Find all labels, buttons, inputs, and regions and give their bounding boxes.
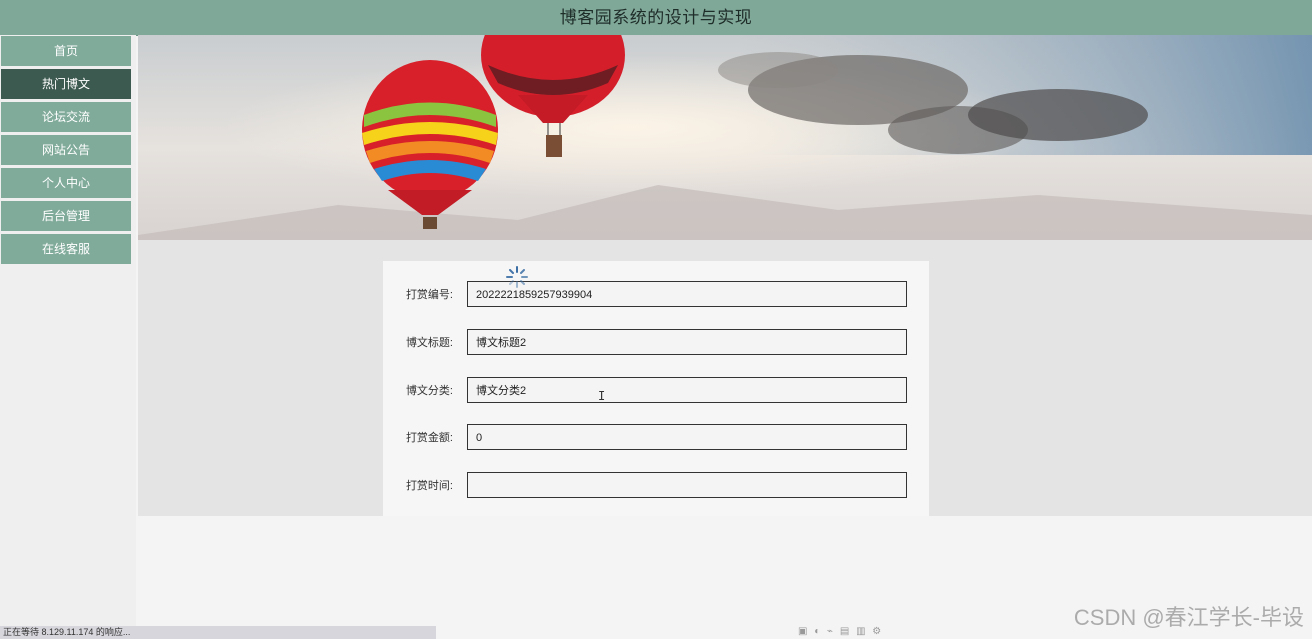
reward-detail-form: 打赏编号: 2022221859257939904 博文标题: 博文标题2 博文… <box>383 261 929 516</box>
sidebar-item-forum[interactable]: 论坛交流 <box>1 102 131 132</box>
label-post-category: 博文分类: <box>405 385 453 397</box>
watermark: CSDN @春江学长-毕设 <box>1073 605 1304 630</box>
system-tray-icons: ▣ ◐ ⌁ ▤ ▥ ⚙ <box>798 626 883 637</box>
hot-air-balloon-banner <box>138 35 1312 240</box>
sidebar-item-home[interactable]: 首页 <box>1 36 131 66</box>
field-reward-number: 打赏编号: 2022221859257939904 <box>383 281 929 309</box>
input-reward-time[interactable] <box>467 472 907 498</box>
field-reward-time: 打赏时间: <box>383 472 929 500</box>
field-post-category: 博文分类: 博文分类2 <box>383 377 929 405</box>
site-header: 博客园系统的设计与实现 <box>0 0 1312 36</box>
banner-image <box>138 35 1312 240</box>
input-reward-number[interactable]: 2022221859257939904 <box>467 281 907 307</box>
browser-status-bar: 正在等待 8.129.11.174 的响应... <box>0 626 436 639</box>
sidebar-item-hot-posts[interactable]: 热门博文 <box>1 69 131 99</box>
field-reward-amount: 打赏金额: 0 <box>383 424 929 452</box>
tray-icon: ▣ ◐ ⌁ ▤ ▥ ⚙ <box>798 626 884 637</box>
content-area: 打赏编号: 2022221859257939904 博文标题: 博文标题2 博文… <box>138 240 1312 516</box>
sidebar-item-admin[interactable]: 后台管理 <box>1 201 131 231</box>
label-reward-number: 打赏编号: <box>405 289 453 301</box>
loading-spinner-icon <box>505 265 529 294</box>
input-post-title[interactable]: 博文标题2 <box>467 329 907 355</box>
text-cursor-icon: I <box>598 389 606 403</box>
sidebar: 首页 热门博文 论坛交流 网站公告 个人中心 后台管理 在线客服 <box>0 35 136 639</box>
label-reward-time: 打赏时间: <box>405 480 453 492</box>
sidebar-item-customer-service[interactable]: 在线客服 <box>1 234 131 264</box>
input-reward-amount[interactable]: 0 <box>467 424 907 450</box>
sidebar-item-announcements[interactable]: 网站公告 <box>1 135 131 165</box>
sidebar-item-profile[interactable]: 个人中心 <box>1 168 131 198</box>
input-post-category[interactable]: 博文分类2 <box>467 377 907 403</box>
label-post-title: 博文标题: <box>405 337 453 349</box>
label-reward-amount: 打赏金额: <box>405 432 453 444</box>
status-text: 正在等待 8.129.11.174 的响应... <box>3 627 131 637</box>
field-post-title: 博文标题: 博文标题2 <box>383 329 929 357</box>
page-title: 博客园系统的设计与实现 <box>559 8 753 27</box>
